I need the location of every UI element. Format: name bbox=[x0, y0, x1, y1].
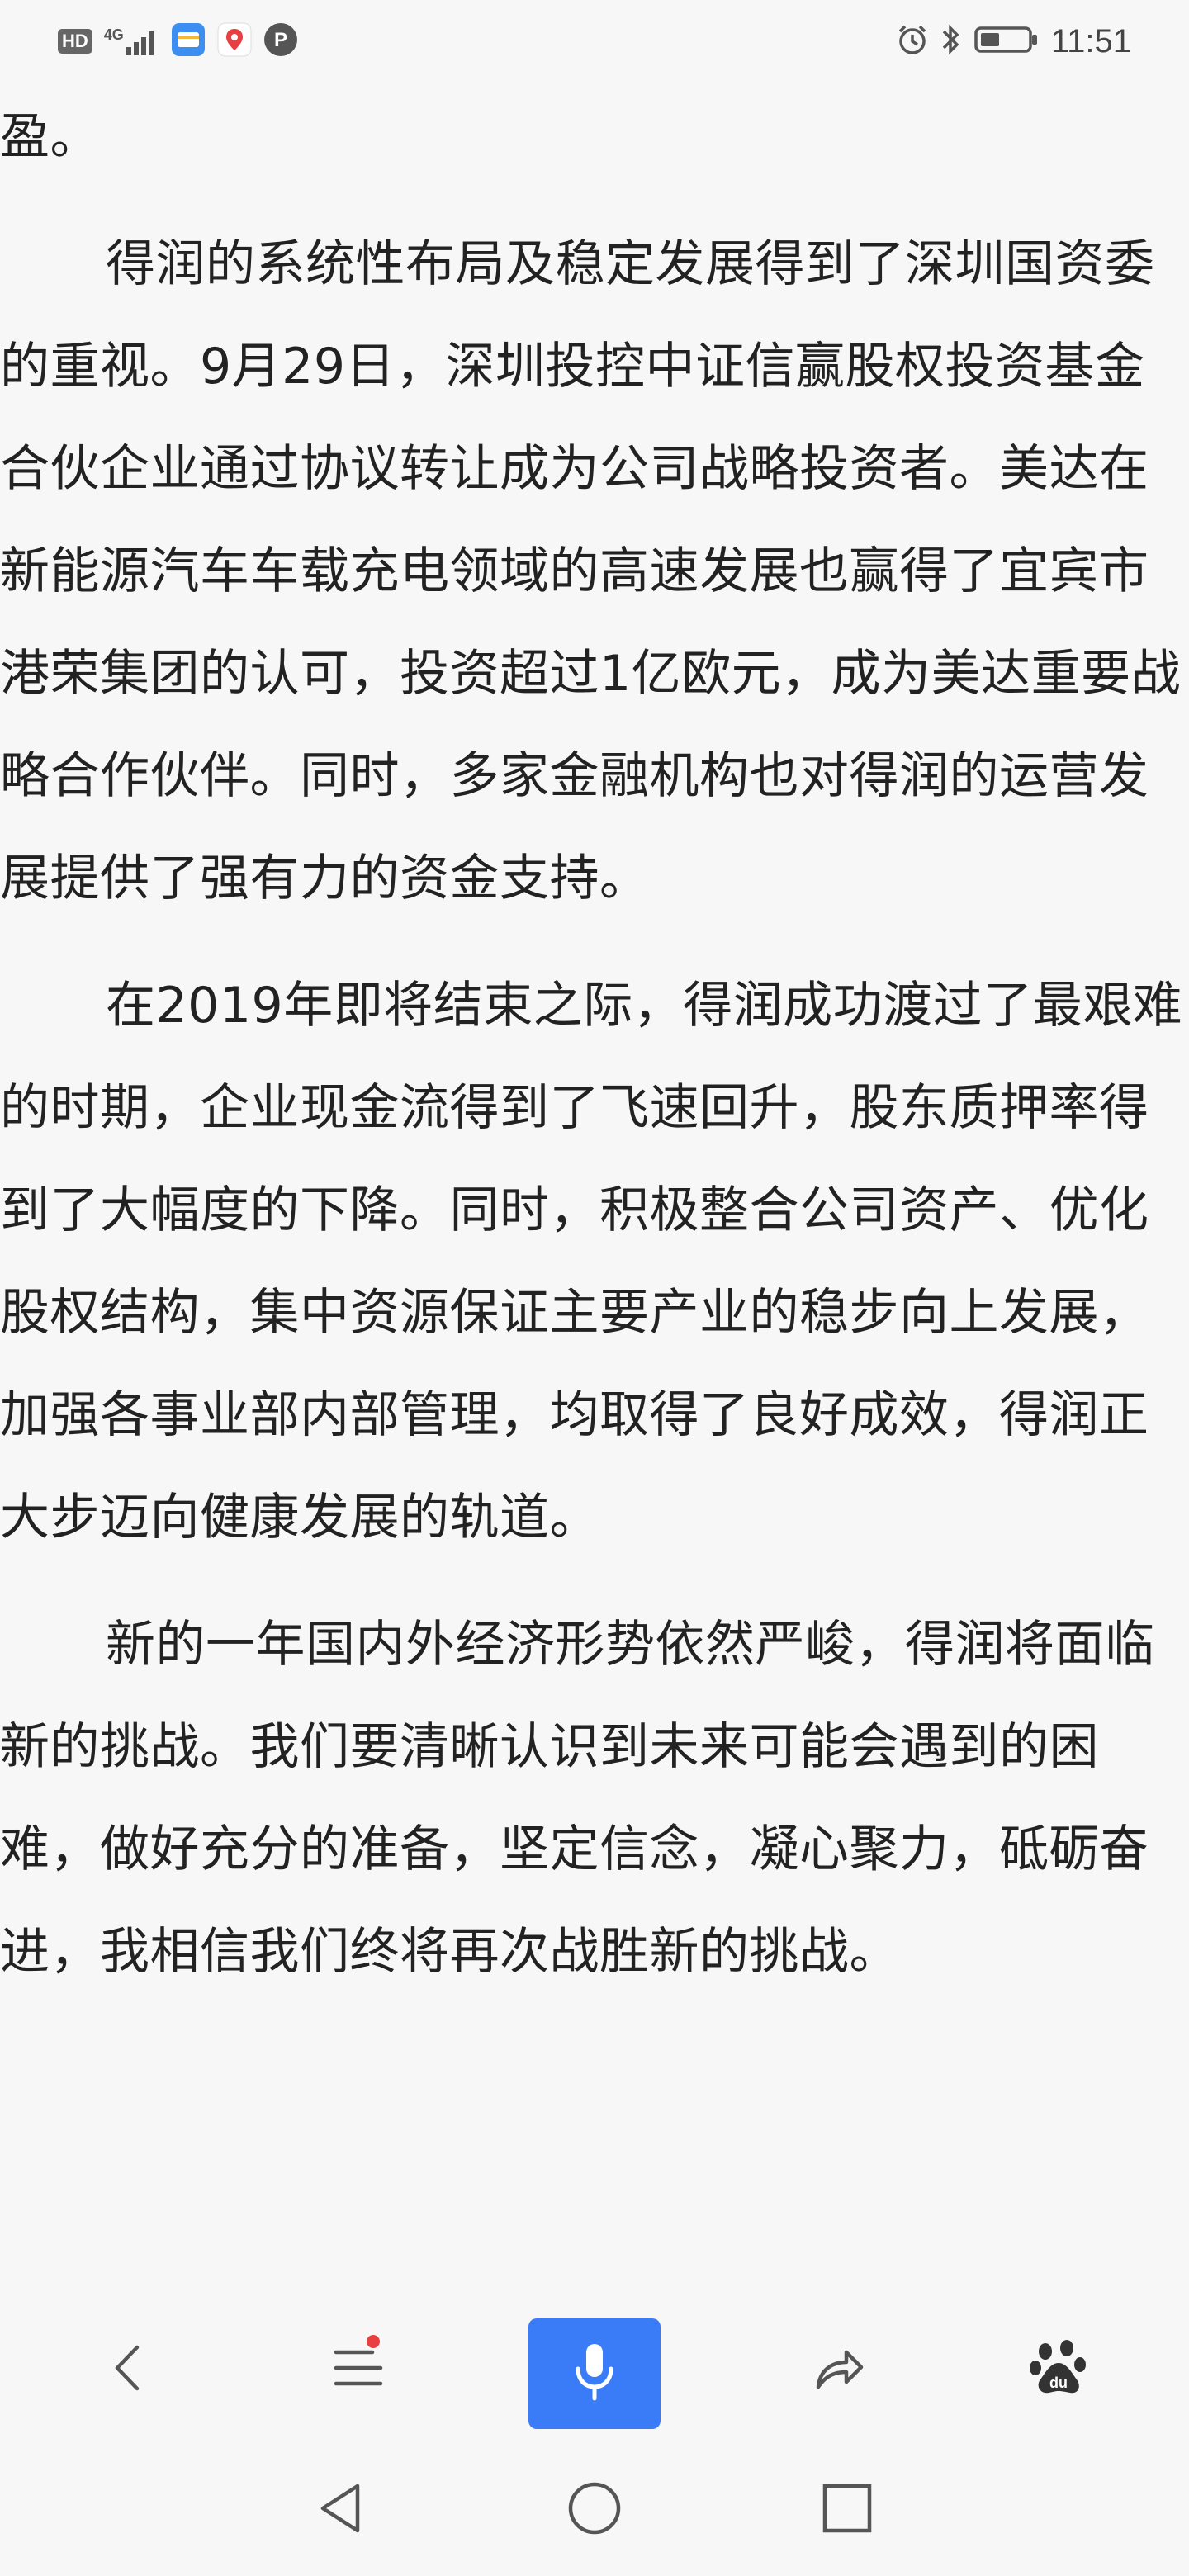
nav-back-icon bbox=[313, 2479, 371, 2540]
share-icon bbox=[810, 2339, 868, 2400]
microphone-icon bbox=[570, 2339, 619, 2408]
nav-back-button[interactable] bbox=[292, 2460, 391, 2559]
nav-home-icon bbox=[566, 2479, 623, 2540]
share-button[interactable] bbox=[773, 2312, 905, 2427]
article-paragraph: 在2019年即将结束之际，得润成功渡过了最艰难的时期，企业现金流得到了飞速回升，… bbox=[0, 977, 1183, 1546]
baidu-paw-icon: du bbox=[1027, 2337, 1090, 2403]
back-icon bbox=[104, 2339, 154, 2400]
nav-recents-button[interactable] bbox=[798, 2460, 897, 2559]
nav-home-button[interactable] bbox=[545, 2460, 644, 2559]
browser-toolbar: du bbox=[0, 2312, 1189, 2429]
maps-app-icon bbox=[217, 22, 252, 61]
bluetooth-icon bbox=[940, 23, 962, 60]
network-label: 4G bbox=[103, 26, 124, 43]
status-bar-left: HD 4G P bbox=[58, 21, 298, 61]
menu-icon bbox=[329, 2339, 387, 2400]
alarm-icon bbox=[896, 23, 929, 60]
notification-dot bbox=[367, 2335, 380, 2348]
article-paragraph: 新的一年国内外经济形势依然严峻，得润将面临新的挑战。我们要清晰认识到未来可能会遇… bbox=[0, 1616, 1155, 1981]
menu-button[interactable] bbox=[292, 2312, 424, 2427]
svg-text:P: P bbox=[274, 29, 287, 51]
nav-recents-icon bbox=[818, 2479, 876, 2540]
article-content[interactable]: 盈。 得润的系统性布局及稳定发展得到了深圳国资委的重视。9月29日，深圳投控中证… bbox=[0, 83, 1189, 2312]
hd-badge: HD bbox=[58, 29, 92, 54]
back-button[interactable] bbox=[63, 2312, 195, 2427]
system-navigation-bar bbox=[0, 2444, 1189, 2576]
wallet-app-icon bbox=[171, 22, 206, 61]
parking-app-icon: P bbox=[263, 22, 298, 61]
article-paragraph: 盈。 bbox=[0, 108, 100, 166]
voice-search-button[interactable] bbox=[528, 2318, 661, 2429]
battery-icon bbox=[973, 23, 1040, 60]
clock-time: 11:51 bbox=[1050, 22, 1131, 59]
article-paragraph: 得润的系统性布局及稳定发展得到了深圳国资委的重视。9月29日，深圳投控中证信赢股… bbox=[0, 235, 1182, 907]
svg-text:du: du bbox=[1049, 2375, 1068, 2391]
status-bar-right: 11:51 bbox=[896, 21, 1131, 61]
status-bar: HD 4G P 11:51 bbox=[0, 0, 1189, 83]
baidu-home-button[interactable]: du bbox=[992, 2312, 1125, 2427]
signal-icon: 4G bbox=[104, 27, 159, 55]
